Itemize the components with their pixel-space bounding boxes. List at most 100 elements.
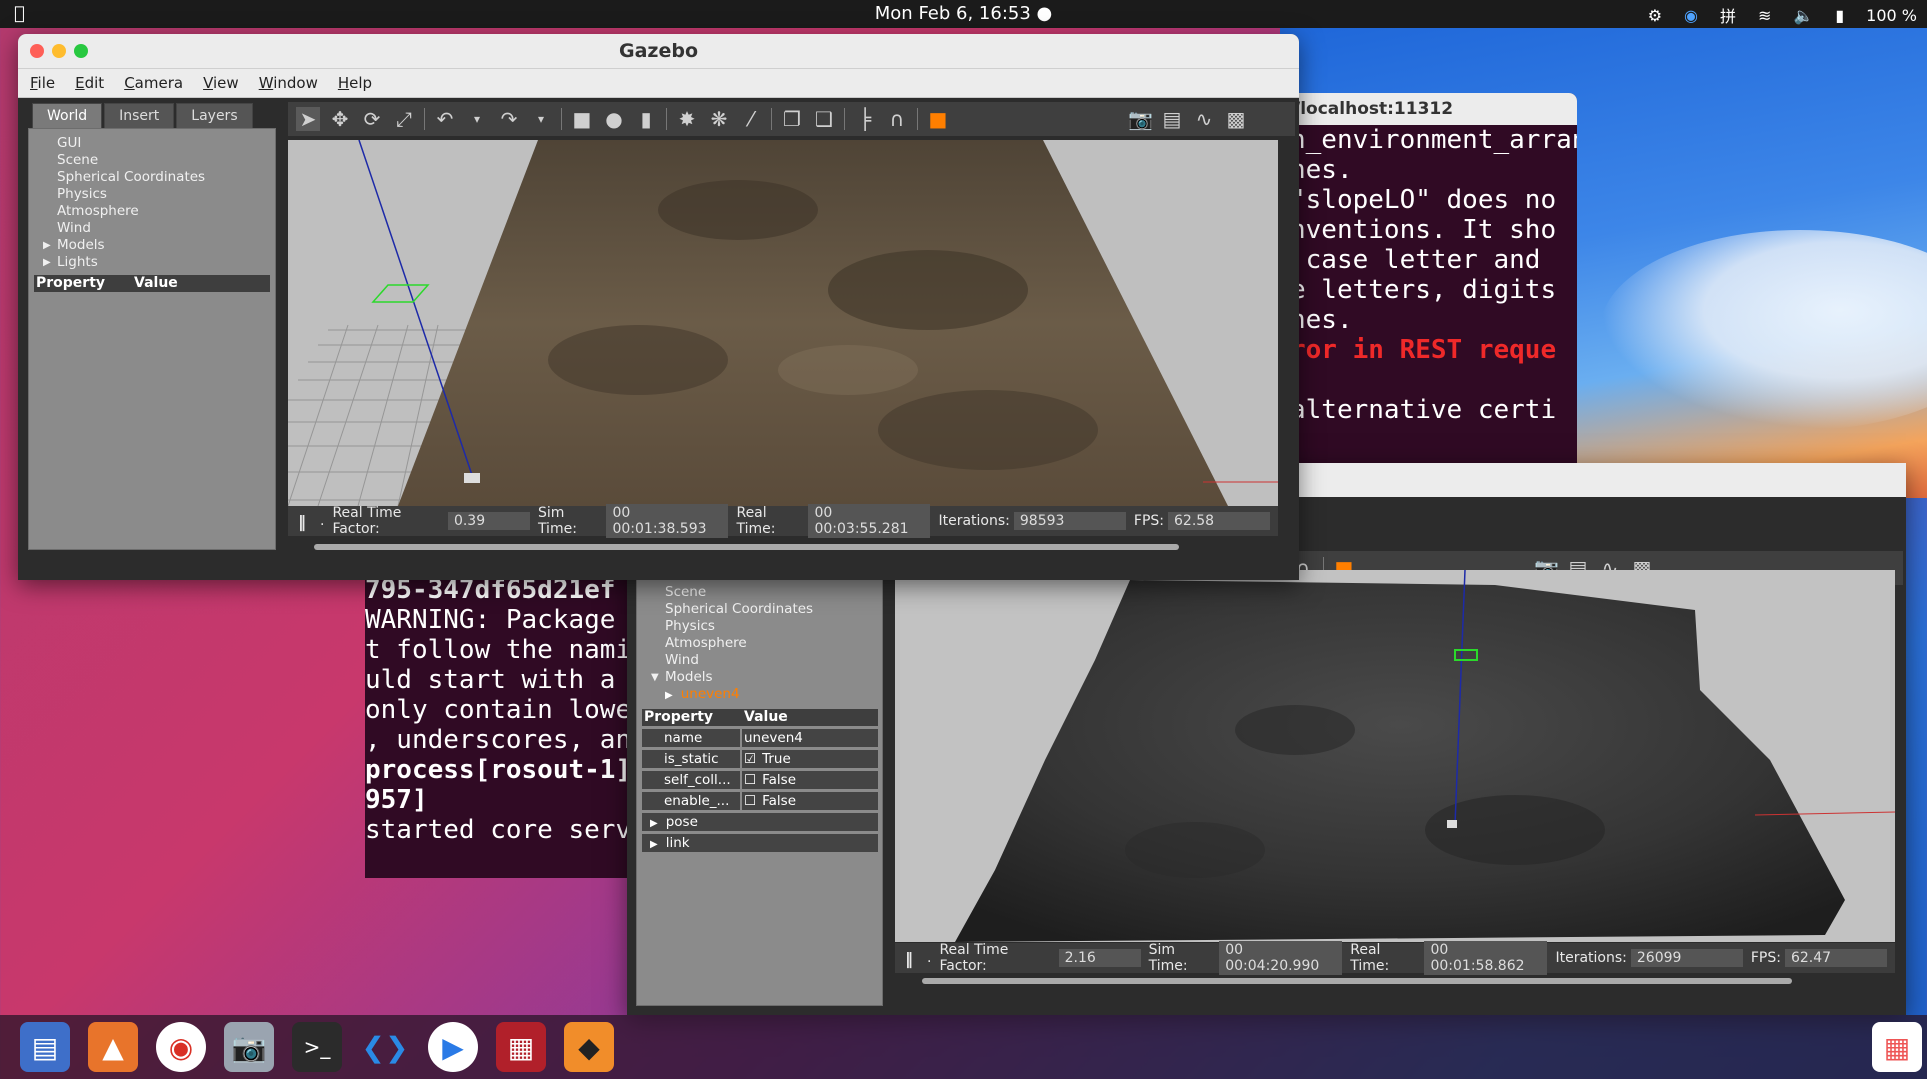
gazebo1-titlebar[interactable]: Gazebo bbox=[18, 34, 1299, 69]
paste-icon[interactable]: ❑ bbox=[812, 107, 836, 131]
battery-icon[interactable]: ▮ bbox=[1835, 6, 1844, 25]
property-group-link[interactable]: ▶ link bbox=[642, 834, 878, 852]
snap-icon[interactable]: ∩ bbox=[885, 107, 909, 131]
chevron-right-icon[interactable]: ▶ bbox=[43, 254, 51, 271]
terminal-window-front[interactable]: 795-347df65d21ef WARNING: Package nt foll… bbox=[365, 575, 630, 878]
menu-camera[interactable]: Camera bbox=[124, 74, 183, 92]
tree-item-wind[interactable]: Wind bbox=[637, 652, 867, 669]
tree-item-wind[interactable]: Wind bbox=[29, 220, 259, 237]
property-value[interactable]: uneven4 bbox=[742, 729, 878, 747]
scale-mode-icon[interactable]: ⤢ bbox=[392, 107, 416, 131]
gazebo1-horizontal-scrollbar[interactable] bbox=[314, 544, 1179, 550]
gazebo1-toolbar[interactable]: ➤ ✥ ⟳ ⤢ ↶ ▾ ↷ ▾ ■ ● ▮ ✸ ❋ ⁄ ❐ ❑ ╞ ∩ ■ 📷 … bbox=[288, 102, 1295, 136]
property-row-enable_[interactable]: enable_... ☐ False bbox=[642, 792, 878, 810]
property-value[interactable]: ☐ False bbox=[742, 771, 878, 789]
step-icon[interactable]: . bbox=[320, 513, 324, 529]
redo-history-icon[interactable]: ▾ bbox=[529, 112, 553, 126]
chrome-browser-icon[interactable]: ◉ bbox=[156, 1022, 206, 1072]
undo-icon[interactable]: ↶ bbox=[433, 107, 457, 131]
gazebo2-world-tree[interactable]: Scene Spherical Coordinates Physics Atmosph… bbox=[637, 584, 867, 686]
tab-layers[interactable]: Layers bbox=[176, 103, 253, 129]
chevron-right-icon[interactable]: ▶ bbox=[665, 690, 673, 701]
property-row-name[interactable]: name uneven4 bbox=[642, 729, 878, 747]
pause-icon[interactable]: ‖ bbox=[298, 512, 306, 531]
system-monitor-icon[interactable]: ▦ bbox=[496, 1022, 546, 1072]
gazebo1-3d-viewport[interactable] bbox=[288, 140, 1278, 506]
gazebo-app-icon[interactable]: ◆ bbox=[564, 1022, 614, 1072]
view-angle-icon[interactable]: ■ bbox=[926, 107, 950, 131]
menu-help[interactable]: Help bbox=[338, 74, 372, 92]
property-row-is_static[interactable]: is_static ☑ True bbox=[642, 750, 878, 768]
vscode-icon[interactable]: ❮❯ bbox=[360, 1022, 410, 1072]
menu-view[interactable]: View bbox=[203, 74, 239, 92]
menu-window[interactable]: Window bbox=[259, 74, 318, 92]
screenshot-icon[interactable]: 📷 bbox=[1128, 107, 1153, 131]
tree-item-scene[interactable]: Scene bbox=[29, 152, 259, 169]
tab-world[interactable]: World bbox=[32, 103, 103, 129]
spot-light-icon[interactable]: ❋ bbox=[707, 107, 731, 131]
gazebo2-3d-viewport[interactable] bbox=[895, 570, 1895, 942]
media-icon[interactable]: ◉ bbox=[1684, 6, 1698, 25]
chevron-down-icon[interactable]: ▼ bbox=[651, 669, 659, 686]
checkbox-unchecked-icon[interactable]: ☐ bbox=[744, 793, 756, 809]
property-group-pose[interactable]: ▶ pose bbox=[642, 813, 878, 831]
software-store-icon[interactable]: ▲ bbox=[88, 1022, 138, 1072]
gazebo2-horizontal-scrollbar[interactable] bbox=[922, 978, 1792, 984]
checkbox-checked-icon[interactable]: ☑ bbox=[744, 751, 756, 767]
wifi-icon[interactable]: ≋ bbox=[1758, 6, 1771, 25]
tree-item-atmosphere[interactable]: Atmosphere bbox=[29, 203, 259, 220]
plot-icon[interactable]: ∿ bbox=[1192, 107, 1216, 131]
chevron-right-icon[interactable]: ▶ bbox=[650, 839, 658, 850]
select-mode-icon[interactable]: ➤ bbox=[296, 107, 320, 131]
align-icon[interactable]: ╞ bbox=[853, 107, 877, 131]
box-shape-icon[interactable]: ■ bbox=[570, 107, 594, 131]
gazebo-window-main[interactable]: Gazebo File Edit Camera View Window Help Worl… bbox=[18, 34, 1299, 580]
tree-item-models[interactable]: ▼ Models bbox=[637, 669, 867, 686]
tree-item-spherical-coordinates[interactable]: Spherical Coordinates bbox=[29, 169, 259, 186]
pause-icon[interactable]: ‖ bbox=[905, 949, 913, 968]
tree-item-physics[interactable]: Physics bbox=[29, 186, 259, 203]
tree-item-physics[interactable]: Physics bbox=[637, 618, 867, 635]
redo-icon[interactable]: ↷ bbox=[497, 107, 521, 131]
terminal-app-icon[interactable]: >_ bbox=[292, 1022, 342, 1072]
chevron-right-icon[interactable]: ▶ bbox=[43, 237, 51, 254]
copy-icon[interactable]: ❐ bbox=[780, 107, 804, 131]
chevron-right-icon[interactable]: ▶ bbox=[650, 818, 658, 829]
log-icon[interactable]: ▤ bbox=[1160, 107, 1184, 131]
tree-item-models[interactable]: ▶ Models bbox=[29, 237, 259, 254]
app-grid-icon[interactable]: ▦ bbox=[1872, 1022, 1922, 1072]
cylinder-shape-icon[interactable]: ▮ bbox=[634, 107, 658, 131]
property-value[interactable]: ☑ True bbox=[742, 750, 878, 768]
keyboard-layout[interactable]: 拼 bbox=[1720, 3, 1736, 27]
tree-item-atmosphere[interactable]: Atmosphere bbox=[637, 635, 867, 652]
model-item-uneven4[interactable]: ▶ uneven4 bbox=[665, 686, 740, 702]
tree-item-spherical-coordinates[interactable]: Spherical Coordinates bbox=[637, 601, 867, 618]
checkbox-unchecked-icon[interactable]: ☐ bbox=[744, 772, 756, 788]
clock[interactable]: Mon Feb 6, 16:53 ● bbox=[0, 3, 1927, 24]
files-app-icon[interactable]: ▤ bbox=[20, 1022, 70, 1072]
property-value[interactable]: ☐ False bbox=[742, 792, 878, 810]
property-row-self_coll[interactable]: self_coll... ☐ False bbox=[642, 771, 878, 789]
screenshot-app-icon[interactable]: 📷 bbox=[224, 1022, 274, 1072]
tree-item-scene[interactable]: Scene bbox=[637, 584, 867, 601]
directional-light-icon[interactable]: ⁄ bbox=[739, 107, 763, 131]
rotate-mode-icon[interactable]: ⟳ bbox=[360, 107, 384, 131]
terminal-window-back[interactable]: /localhost:11312 n_environment_arrang hes… bbox=[1290, 93, 1577, 465]
undo-history-icon[interactable]: ▾ bbox=[465, 112, 489, 126]
translate-mode-icon[interactable]: ✥ bbox=[328, 107, 352, 131]
sphere-shape-icon[interactable]: ● bbox=[602, 107, 626, 131]
gazebo1-panel-tabs[interactable]: World Insert Layers bbox=[32, 103, 255, 129]
gazebo1-world-panel[interactable]: GUI Scene Spherical Coordinates Physics Atmo… bbox=[28, 128, 276, 550]
media-player-icon[interactable]: ▶ bbox=[428, 1022, 478, 1072]
point-light-icon[interactable]: ✸ bbox=[675, 107, 699, 131]
gazebo1-menubar[interactable]: File Edit Camera View Window Help bbox=[18, 69, 1299, 98]
tree-item-lights[interactable]: ▶ Lights bbox=[29, 254, 259, 271]
gazebo2-world-panel[interactable]: Scene Spherical Coordinates Physics Atmosph… bbox=[636, 578, 883, 1006]
tree-item-gui[interactable]: GUI bbox=[29, 135, 259, 152]
menu-file[interactable]: File bbox=[30, 74, 55, 92]
gazebo1-world-tree[interactable]: GUI Scene Spherical Coordinates Physics Atmo… bbox=[29, 135, 259, 271]
tab-insert[interactable]: Insert bbox=[104, 103, 175, 129]
step-icon[interactable]: . bbox=[927, 950, 931, 966]
volume-icon[interactable]: 🔈 bbox=[1793, 6, 1813, 25]
menu-edit[interactable]: Edit bbox=[75, 74, 104, 92]
